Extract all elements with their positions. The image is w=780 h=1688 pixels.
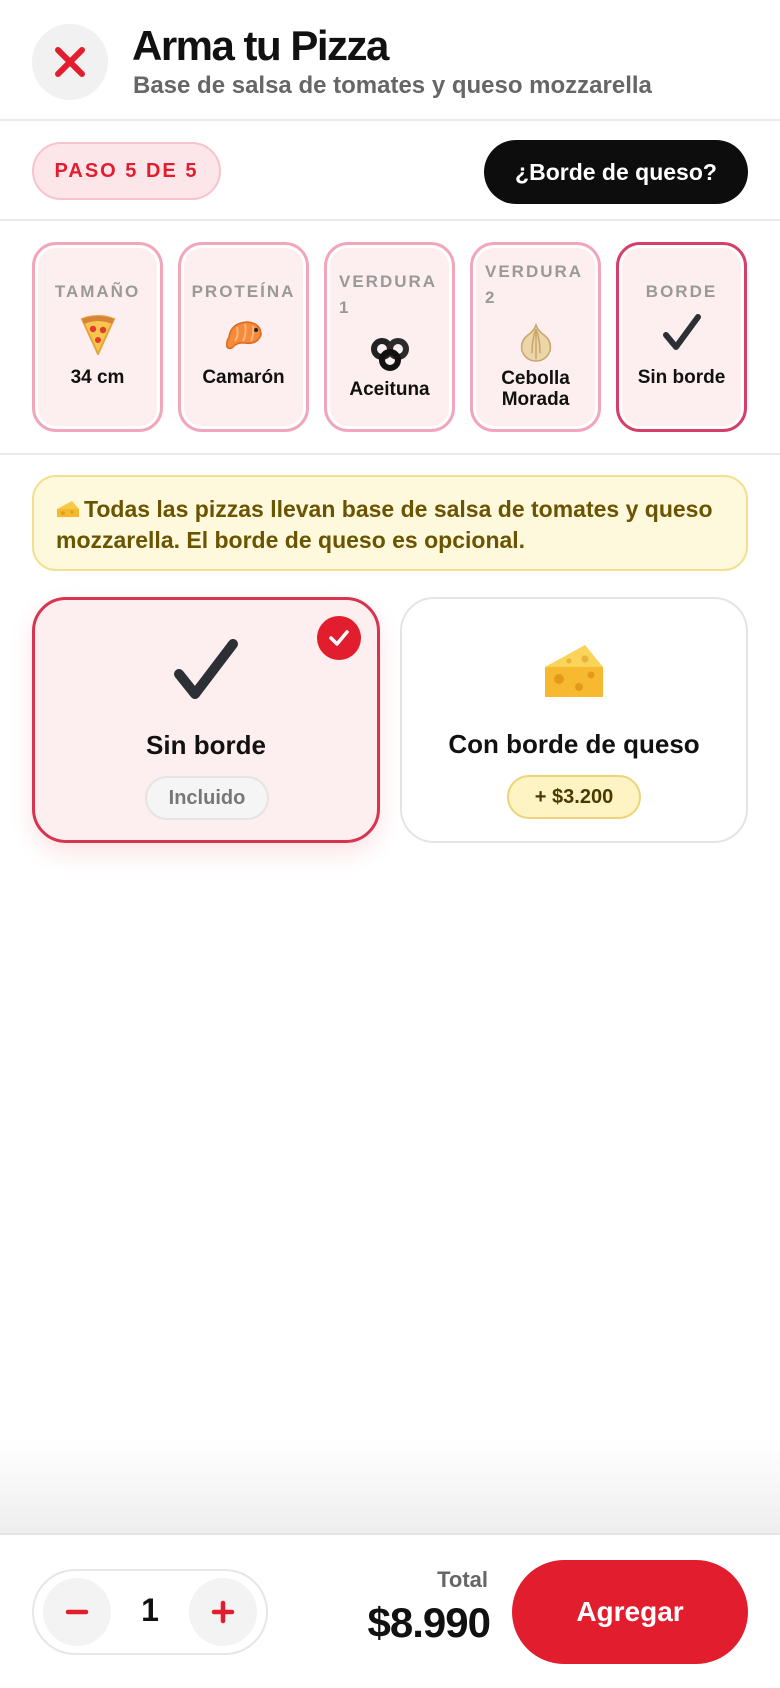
info-note: Todas las pizzas llevan base de salsa de… <box>32 475 748 571</box>
summary-value: 34 cm <box>70 367 125 388</box>
close-icon <box>55 47 85 77</box>
quantity-stepper: 1 <box>32 1569 268 1655</box>
summary-value: Sin borde <box>637 367 726 388</box>
selection-summary: TAMAÑO 34 cm PROTEÍNA Camarón VERDURA 1 <box>0 223 780 455</box>
option-price-badge: + $3.200 <box>507 775 641 819</box>
shrimp-icon <box>181 317 306 353</box>
summary-label: VERDURA 1 <box>339 272 437 317</box>
total-label: Total <box>437 1567 488 1592</box>
increase-quantity-button[interactable] <box>189 1578 257 1646</box>
cheese-icon <box>56 497 80 526</box>
summary-label: VERDURA 2 <box>485 262 583 307</box>
info-note-text: Todas las pizzas llevan base de salsa de… <box>56 496 713 553</box>
summary-card-protein[interactable]: PROTEÍNA Camarón <box>178 242 309 432</box>
pizza-icon <box>35 315 160 355</box>
option-cheese-crust[interactable]: Con borde de queso + $3.200 <box>400 597 748 843</box>
summary-card-veg1[interactable]: VERDURA 1 Aceituna <box>324 242 455 432</box>
check-icon <box>35 638 377 704</box>
total-value: $8.990 <box>367 1599 491 1646</box>
plus-icon <box>211 1600 235 1624</box>
summary-label: PROTEÍNA <box>191 282 296 301</box>
onion-icon <box>473 323 598 363</box>
summary-card-veg2[interactable]: VERDURA 2 Cebolla Morada <box>470 242 601 432</box>
option-title: Sin borde <box>146 730 266 760</box>
option-no-crust[interactable]: Sin borde Incluido <box>32 597 380 843</box>
close-button[interactable] <box>32 24 108 100</box>
option-price-badge: Incluido <box>145 776 269 820</box>
page-title: Arma tu Pizza <box>132 22 389 69</box>
summary-card-crust[interactable]: BORDE Sin borde <box>616 242 747 432</box>
step-badge: PASO 5 DE 5 <box>32 142 221 200</box>
step-question: ¿Borde de queso? <box>484 140 748 204</box>
check-icon <box>619 313 744 353</box>
add-to-cart-button[interactable]: Agregar <box>512 1560 748 1664</box>
summary-card-size[interactable]: TAMAÑO 34 cm <box>32 242 163 432</box>
minus-icon <box>65 1609 89 1615</box>
option-title: Con borde de queso <box>448 729 700 759</box>
summary-label: BORDE <box>645 282 718 301</box>
bottom-fade <box>0 1440 780 1534</box>
summary-value: Aceituna <box>349 379 430 400</box>
summary-value: Cebolla Morada <box>501 368 570 410</box>
quantity-value: 1 <box>141 1592 159 1628</box>
summary-value: Camarón <box>202 367 285 388</box>
olive-icon <box>327 337 452 371</box>
decrease-quantity-button[interactable] <box>43 1578 111 1646</box>
page-subtitle: Base de salsa de tomates y queso mozzare… <box>133 72 652 99</box>
cheese-icon <box>402 641 746 701</box>
bottom-bar: 1 Total $8.990 Agregar <box>0 1533 780 1688</box>
step-bar: PASO 5 DE 5 ¿Borde de queso? <box>0 121 780 221</box>
summary-label: TAMAÑO <box>54 282 141 301</box>
header: Arma tu Pizza Base de salsa de tomates y… <box>0 0 780 121</box>
